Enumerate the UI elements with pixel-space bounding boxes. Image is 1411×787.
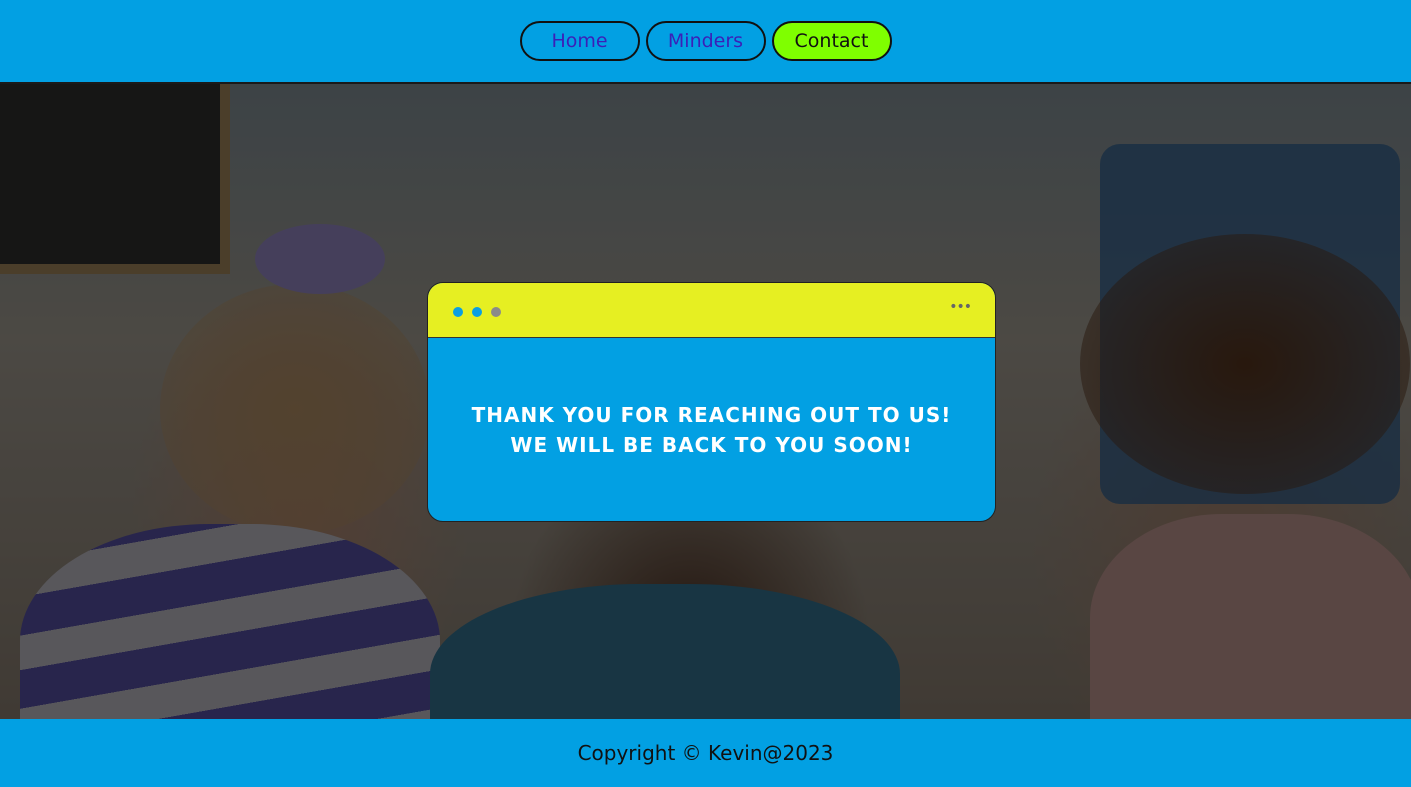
- nav-minders-button[interactable]: Minders: [645, 21, 766, 61]
- nav-home-button[interactable]: Home: [519, 21, 640, 61]
- top-navigation-bar: Home Minders Contact: [0, 0, 1411, 84]
- more-horizontal-icon[interactable]: •••: [949, 299, 972, 315]
- footer: Copyright © Kevin@2023: [0, 719, 1411, 787]
- dot-blue-icon: [453, 307, 463, 317]
- dot-blue-icon: [472, 307, 482, 317]
- dialog-header: •••: [428, 283, 995, 338]
- copyright-text: Copyright © Kevin@2023: [577, 741, 834, 765]
- message-line-2: WE WILL BE BACK TO YOU SOON!: [510, 433, 913, 457]
- dialog-message: THANK YOU FOR REACHING OUT TO US! WE WIL…: [428, 338, 995, 521]
- window-dots: [453, 307, 501, 317]
- dot-gray-icon: [491, 307, 501, 317]
- nav-contact-button[interactable]: Contact: [771, 21, 892, 61]
- message-line-1: THANK YOU FOR REACHING OUT TO US!: [471, 403, 952, 427]
- thank-you-dialog: ••• THANK YOU FOR REACHING OUT TO US! WE…: [427, 282, 996, 522]
